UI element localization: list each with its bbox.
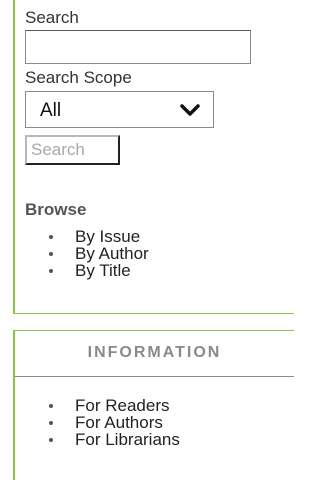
information-heading: INFORMATION — [87, 344, 222, 361]
search-button[interactable]: Search — [25, 135, 120, 165]
search-scope-value: All — [40, 100, 62, 121]
browse-by-title-link[interactable]: By Title — [15, 262, 149, 279]
browse-by-issue-link[interactable]: By Issue — [15, 228, 149, 245]
search-label: Search — [25, 8, 79, 27]
browse-heading: Browse — [25, 200, 87, 219]
browse-list: By Issue By Author By Title — [15, 228, 149, 279]
search-scope-select[interactable]: All — [25, 91, 214, 128]
search-block: Search Search Scope All Search Browse By… — [13, 0, 294, 314]
search-scope-label: Search Scope — [25, 68, 132, 87]
search-input[interactable] — [25, 30, 251, 64]
for-librarians-link[interactable]: For Librarians — [15, 431, 180, 448]
for-readers-link[interactable]: For Readers — [15, 397, 180, 414]
information-list: For Readers For Authors For Librarians — [15, 397, 180, 448]
information-block: INFORMATION For Readers For Authors For … — [13, 330, 294, 480]
browse-by-author-link[interactable]: By Author — [15, 245, 149, 262]
chevron-down-icon — [180, 104, 200, 116]
for-authors-link[interactable]: For Authors — [15, 414, 180, 431]
information-divider — [15, 376, 294, 377]
